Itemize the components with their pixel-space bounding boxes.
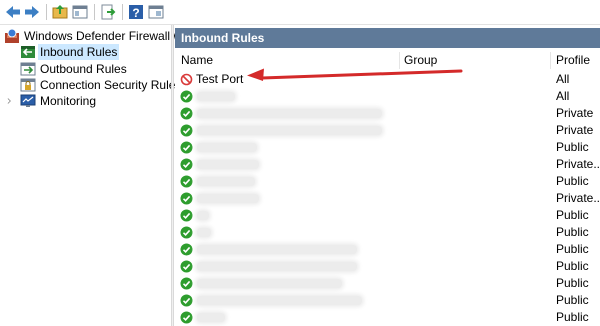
rule-profile: Private... — [556, 191, 600, 205]
toolbar-separator — [94, 4, 95, 20]
tree-item-label: Connection Security Rules — [40, 78, 182, 92]
rule-profile: Public — [556, 293, 589, 307]
tree-root-label: Windows Defender Firewall witl — [24, 29, 191, 43]
table-row[interactable]: Public — [175, 207, 600, 224]
redacted-rule-name — [197, 160, 259, 169]
redacted-rule-name — [197, 296, 362, 305]
allowed-check-icon — [180, 107, 193, 120]
toolbar-separator — [122, 4, 123, 20]
redacted-rule-name — [197, 177, 255, 186]
allowed-check-icon — [180, 294, 193, 307]
redacted-rule-name — [197, 313, 225, 322]
help-icon[interactable]: ? — [127, 3, 145, 21]
redacted-rule-name — [197, 109, 382, 118]
column-header-profile[interactable]: Profile — [556, 52, 590, 69]
outbound-rules-icon — [20, 62, 36, 76]
connection-security-icon — [20, 78, 36, 92]
rule-name: Test Port — [196, 72, 244, 86]
allowed-check-icon — [180, 192, 193, 205]
up-folder-icon[interactable] — [51, 3, 69, 21]
allowed-check-icon — [180, 243, 193, 256]
toolbar: ? — [0, 0, 600, 25]
rule-profile: Public — [556, 140, 589, 154]
export-list-icon[interactable] — [99, 3, 117, 21]
rule-profile: Public — [556, 259, 589, 273]
back-arrow-icon[interactable] — [4, 3, 22, 21]
rule-profile: Public — [556, 225, 589, 239]
rule-profile: All — [556, 72, 570, 86]
tree-item-label: Outbound Rules — [40, 62, 127, 76]
column-header-name[interactable]: Name — [181, 52, 213, 69]
toolbar-separator — [46, 4, 47, 20]
tree-item-label: Inbound Rules — [38, 44, 120, 60]
rule-profile: Public — [556, 310, 589, 324]
redacted-rule-name — [197, 228, 211, 237]
inbound-rules-icon — [21, 46, 35, 58]
rule-profile: Private — [556, 106, 594, 120]
allowed-check-icon — [180, 141, 193, 154]
redacted-rule-name — [197, 245, 357, 254]
rule-profile: Private — [556, 123, 594, 137]
rule-profile: Public — [556, 174, 589, 188]
redacted-rule-name — [197, 143, 257, 152]
svg-text:?: ? — [132, 6, 139, 20]
table-row[interactable]: Public — [175, 139, 600, 156]
redacted-rule-name — [197, 211, 209, 220]
table-row[interactable]: Public — [175, 309, 600, 326]
allowed-check-icon — [180, 277, 193, 290]
firewall-icon — [5, 28, 19, 43]
table-row[interactable]: Public — [175, 292, 600, 309]
allowed-check-icon — [180, 158, 193, 171]
table-row[interactable]: All — [175, 88, 600, 105]
table-row[interactable]: Private — [175, 122, 600, 139]
allowed-check-icon — [180, 209, 193, 222]
allowed-check-icon — [180, 124, 193, 137]
rule-profile: Public — [556, 276, 589, 290]
allowed-check-icon — [180, 311, 193, 324]
redacted-rule-name — [197, 126, 382, 135]
table-row[interactable]: Public — [175, 275, 600, 292]
allowed-check-icon — [180, 90, 193, 103]
panel-title: Inbound Rules — [175, 28, 600, 48]
pane-splitter[interactable] — [171, 25, 174, 326]
table-row[interactable]: Private — [175, 105, 600, 122]
table-row[interactable]: Private... — [175, 156, 600, 173]
allowed-check-icon — [180, 175, 193, 188]
rule-profile: Public — [556, 208, 589, 222]
tree-item-label: Monitoring — [40, 94, 97, 108]
redacted-rule-name — [197, 194, 259, 203]
redacted-rule-name — [197, 279, 342, 288]
chevron-right-icon[interactable] — [6, 93, 16, 109]
navigation-tree: Windows Defender Firewall witl Inbound R… — [0, 25, 191, 326]
table-row[interactable]: Private... — [175, 190, 600, 207]
forward-arrow-icon[interactable] — [23, 3, 41, 21]
redacted-rule-name — [197, 92, 235, 101]
redacted-rule-name — [197, 262, 357, 271]
properties-icon[interactable] — [147, 3, 165, 21]
red-arrow-icon — [247, 68, 463, 81]
rule-profile: All — [556, 89, 570, 103]
allowed-check-icon — [180, 260, 193, 273]
blocked-icon — [180, 73, 193, 86]
table-row[interactable]: Public — [175, 224, 600, 241]
table-row[interactable]: Public — [175, 258, 600, 275]
table-row[interactable]: Public — [175, 241, 600, 258]
monitoring-icon — [20, 94, 36, 107]
rule-profile: Public — [556, 242, 589, 256]
show-hide-tree-icon[interactable] — [71, 3, 89, 21]
table-row[interactable]: Public — [175, 173, 600, 190]
rule-profile: Private... — [556, 157, 600, 171]
allowed-check-icon — [180, 226, 193, 239]
column-divider[interactable] — [550, 52, 551, 69]
